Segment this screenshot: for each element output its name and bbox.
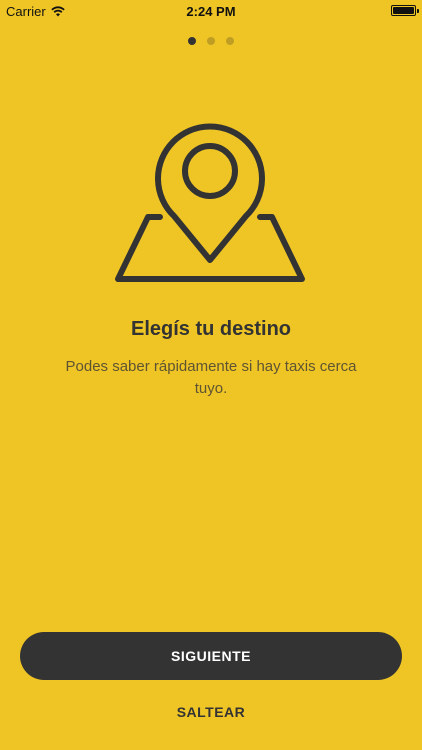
battery-icon [391,5,419,16]
page-indicator [0,37,422,45]
clock: 2:24 PM [186,4,236,19]
skip-button[interactable]: SALTEAR [150,700,272,724]
page-dot-2[interactable] [207,37,215,45]
onboarding-description: Podes saber rápidamente si hay taxis cer… [65,358,357,397]
onboarding-title: Elegís tu destino [130,318,292,340]
page-dot-1[interactable] [188,37,196,45]
next-button[interactable]: SIGUIENTE [20,632,402,680]
map-pin-icon [115,123,305,282]
page-dot-3[interactable] [226,37,234,45]
status-bar: Carrier 2:24 PM [0,0,422,22]
